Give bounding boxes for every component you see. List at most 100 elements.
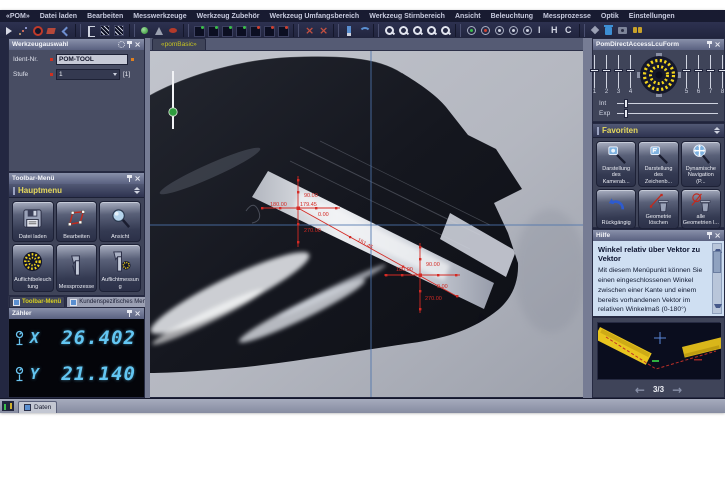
exposure-slider[interactable] <box>617 109 718 118</box>
spinner-icon[interactable] <box>714 127 720 134</box>
darstellung-kamera-button[interactable]: Darstellung des Kamerab... <box>596 141 636 187</box>
sphere-tool-icon[interactable] <box>139 24 151 37</box>
next-page-arrow[interactable]: → <box>672 385 682 395</box>
marker-1-icon[interactable] <box>303 24 315 37</box>
menu-item[interactable]: Beleuchtung <box>491 13 533 20</box>
intensity-slider[interactable] <box>617 99 718 108</box>
channel-slider[interactable] <box>718 55 725 88</box>
darstellung-zeichen-button[interactable]: Darstellung des Zeichenb... <box>638 141 678 187</box>
close-icon[interactable]: × <box>134 41 141 48</box>
spinner-icon[interactable] <box>134 187 140 194</box>
tab-pombasic[interactable]: «pomBasic» <box>152 38 206 50</box>
channel-c-icon[interactable] <box>563 24 575 37</box>
channel-slider[interactable] <box>590 55 599 88</box>
edge-scan-2-icon[interactable] <box>113 24 125 37</box>
chart-icon[interactable] <box>2 401 14 411</box>
menu-item[interactable]: Optik <box>601 13 619 20</box>
close-icon[interactable]: × <box>134 175 141 182</box>
channel-i-icon[interactable] <box>535 24 547 37</box>
separator[interactable] <box>579 24 585 37</box>
light-2-icon[interactable] <box>507 24 519 37</box>
camera-tool-2-icon[interactable] <box>207 24 219 37</box>
channel-h-icon[interactable] <box>549 24 561 37</box>
curve-icon[interactable] <box>357 24 369 37</box>
tab-kundenspezifisches-menu[interactable]: Kundenspezifisches Menü <box>66 296 153 307</box>
disc-tool-icon[interactable] <box>167 24 179 37</box>
ansicht-button[interactable]: Ansicht <box>99 201 141 242</box>
separator[interactable] <box>333 24 339 37</box>
pin-icon[interactable] <box>127 41 132 48</box>
zoom-in-icon[interactable] <box>383 24 395 37</box>
geometrie-loeschen-button[interactable]: Geometrie löschen <box>638 189 678 229</box>
dynamische-navigation-button[interactable]: Dynamische Navigation (P... <box>681 141 721 187</box>
separator[interactable] <box>183 24 189 37</box>
pin-icon[interactable] <box>707 41 712 48</box>
menu-item[interactable]: Ansicht <box>455 13 481 20</box>
back-chevron-icon[interactable] <box>59 24 71 37</box>
gear-icon[interactable] <box>118 41 125 48</box>
ring-light-icon[interactable] <box>637 52 681 98</box>
close-icon[interactable]: × <box>714 232 721 239</box>
snapshot-icon[interactable] <box>617 24 629 37</box>
light-green-icon[interactable] <box>465 24 477 37</box>
channel-slider[interactable] <box>694 55 703 88</box>
menu-item[interactable]: Messwerkzeuge <box>133 13 186 20</box>
channel-slider[interactable] <box>602 55 611 88</box>
rueckgaengig-button[interactable]: Rückgängig <box>596 189 636 229</box>
zoom-selection-icon[interactable] <box>425 24 437 37</box>
channel-slider[interactable] <box>626 55 635 88</box>
menu-item[interactable]: Datei laden <box>40 13 77 20</box>
zoom-live-icon[interactable] <box>439 24 451 37</box>
shape-tool-icon[interactable] <box>45 24 57 37</box>
separator[interactable] <box>373 24 379 37</box>
menu-item[interactable]: Werkzeug Umfangsbereich <box>269 13 359 20</box>
pin-icon[interactable] <box>707 232 712 239</box>
light-1-icon[interactable] <box>493 24 505 37</box>
camera-tool-3-icon[interactable] <box>221 24 233 37</box>
tab-daten[interactable]: Daten <box>18 401 57 413</box>
close-icon[interactable]: × <box>714 41 721 48</box>
channel-slider[interactable] <box>614 55 623 88</box>
channel-slider[interactable] <box>682 55 691 88</box>
separator[interactable] <box>293 24 299 37</box>
zoom-fit-icon[interactable] <box>411 24 423 37</box>
target-ring-icon[interactable] <box>31 24 43 37</box>
camera-tool-6-icon[interactable] <box>263 24 275 37</box>
close-icon[interactable]: × <box>134 310 141 317</box>
delete-blue-icon[interactable] <box>603 24 615 37</box>
messprozesse-button[interactable]: Messprozesse <box>56 244 98 292</box>
zero-y-icon[interactable] <box>15 366 28 383</box>
menu-item[interactable]: Bearbeiten <box>87 13 123 20</box>
menu-item[interactable]: «POM» <box>6 13 30 20</box>
bearbeiten-button[interactable]: Bearbeiten <box>56 201 98 242</box>
stufe-select[interactable]: 1 <box>56 69 120 80</box>
camera-tool-7-icon[interactable] <box>277 24 289 37</box>
tab-toolbar-menu[interactable]: Toolbar-Menü <box>9 296 65 307</box>
zero-x-icon[interactable] <box>15 330 28 347</box>
pin-icon[interactable] <box>127 310 132 317</box>
pin-icon[interactable] <box>127 175 132 182</box>
step-points-icon[interactable] <box>17 24 29 37</box>
menu-item[interactable]: Messprozesse <box>543 13 591 20</box>
light-3-icon[interactable] <box>521 24 533 37</box>
alle-geometrien-loeschen-button[interactable]: alle Geometrien l... <box>681 189 721 229</box>
auflichtmessung-button[interactable]: Auflichtmessung <box>99 244 141 292</box>
camera-tool-4-icon[interactable] <box>235 24 247 37</box>
camera-image[interactable]: 90.00 180.00 179.45 0.00 270.00 90.00 18… <box>150 51 583 397</box>
probe-icon[interactable] <box>343 24 355 37</box>
menu-item[interactable]: Werkzeug Stirnbereich <box>369 13 445 20</box>
hilfe-scrollbar[interactable] <box>712 243 722 314</box>
separator[interactable] <box>129 24 135 37</box>
marker-2-icon[interactable] <box>317 24 329 37</box>
bracket-tool-icon[interactable] <box>85 24 97 37</box>
camera-tool-5-icon[interactable] <box>249 24 261 37</box>
prev-page-arrow[interactable]: ← <box>635 385 645 395</box>
separator[interactable] <box>75 24 81 37</box>
run-icon[interactable] <box>3 24 15 37</box>
datei-laden-button[interactable]: Datei laden <box>12 201 54 242</box>
cone-tool-icon[interactable] <box>153 24 165 37</box>
light-red-icon[interactable] <box>479 24 491 37</box>
menu-item[interactable]: Einstellungen <box>629 13 675 20</box>
diamond-tool-icon[interactable] <box>589 24 601 37</box>
edge-scan-icon[interactable] <box>99 24 111 37</box>
